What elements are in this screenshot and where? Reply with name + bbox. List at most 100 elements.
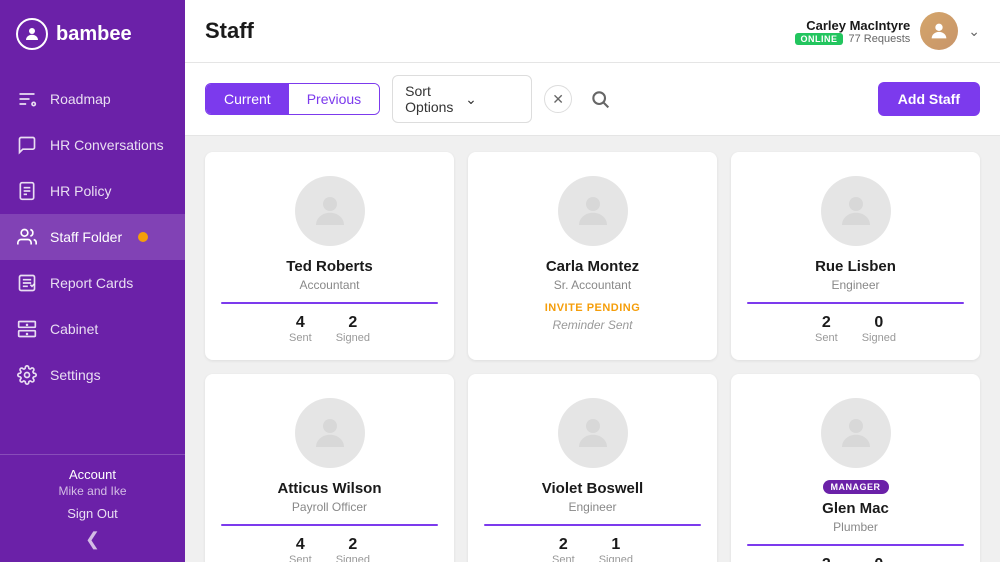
sent-count: 4 <box>296 536 305 554</box>
staff-card-glen-mac[interactable]: MANAGER Glen Mac Plumber 2 Sent 0 Signed <box>731 374 980 562</box>
sent-label: Sent <box>289 332 312 344</box>
tab-previous[interactable]: Previous <box>289 84 379 114</box>
tab-group: Current Previous <box>205 83 380 115</box>
staff-stats: 4 Sent 2 Signed <box>289 314 370 344</box>
staff-card-ted-roberts[interactable]: Ted Roberts Accountant 4 Sent 2 Signed <box>205 152 454 360</box>
signed-label: Signed <box>599 554 633 562</box>
sidebar-item-report-cards[interactable]: Report Cards <box>0 260 185 306</box>
staff-name: Atticus Wilson <box>277 480 381 497</box>
signed-count: 0 <box>874 556 883 562</box>
staff-name: Glen Mac <box>822 500 889 517</box>
sent-label: Sent <box>552 554 575 562</box>
staff-stats: 2 Sent 0 Signed <box>815 314 896 344</box>
logo-area[interactable]: bambee <box>0 0 185 68</box>
sent-count: 2 <box>559 536 568 554</box>
signed-count: 2 <box>348 314 357 332</box>
sidebar-bottom: Account Mike and Ike Sign Out ❮ <box>0 454 185 562</box>
staff-role: Plumber <box>833 520 878 534</box>
online-badge: ONLINE <box>795 33 842 45</box>
sidebar-item-label-roadmap: Roadmap <box>50 91 111 107</box>
sidebar-item-label-settings: Settings <box>50 367 101 383</box>
cabinet-icon <box>16 318 38 340</box>
page-title: Staff <box>205 18 254 44</box>
signed-label: Signed <box>862 332 896 344</box>
signed-count: 1 <box>611 536 620 554</box>
policy-icon <box>16 180 38 202</box>
sent-label: Sent <box>289 554 312 562</box>
sort-dropdown[interactable]: Sort Options ⌄ <box>392 75 532 123</box>
stat-sent: 2 Sent <box>815 314 838 344</box>
toolbar: Current Previous Sort Options ⌄ ✕ Add St… <box>185 63 1000 136</box>
staff-divider <box>484 524 701 526</box>
stat-sent: 4 Sent <box>289 314 312 344</box>
settings-icon <box>16 364 38 386</box>
chevron-down-icon: ⌄ <box>968 23 980 40</box>
sidebar-item-staff-folder[interactable]: Staff Folder <box>0 214 185 260</box>
stat-signed: 1 Signed <box>599 536 633 562</box>
staff-divider <box>747 544 964 546</box>
staff-card-rue-lisben[interactable]: Rue Lisben Engineer 2 Sent 0 Signed <box>731 152 980 360</box>
staff-role: Engineer <box>568 500 616 514</box>
sign-out-link[interactable]: Sign Out <box>16 506 169 521</box>
tab-current[interactable]: Current <box>206 84 289 114</box>
sent-count: 4 <box>296 314 305 332</box>
staff-folder-badge <box>138 232 148 242</box>
stat-sent: 2 Sent <box>815 556 838 562</box>
staff-role: Sr. Accountant <box>554 278 631 292</box>
sidebar: bambee Roadmap HR Conversations <box>0 0 185 562</box>
staff-avatar <box>295 176 365 246</box>
staff-card-violet-boswell[interactable]: Violet Boswell Engineer 2 Sent 1 Signed <box>468 374 717 562</box>
roadmap-icon <box>16 88 38 110</box>
staff-grid: Ted Roberts Accountant 4 Sent 2 Signed <box>185 136 1000 562</box>
signed-label: Signed <box>336 332 370 344</box>
stat-signed: 0 Signed <box>862 314 896 344</box>
staff-avatar <box>821 176 891 246</box>
signed-count: 0 <box>874 314 883 332</box>
report-icon <box>16 272 38 294</box>
add-staff-button[interactable]: Add Staff <box>878 82 980 116</box>
page-header: Staff Carley MacIntyre ONLINE 77 Request… <box>185 0 1000 63</box>
staff-stats: 4 Sent 2 Signed <box>289 536 370 562</box>
requests-text: 77 Requests <box>849 33 911 45</box>
sent-count: 2 <box>822 556 831 562</box>
stat-signed: 0 Signed <box>862 556 896 562</box>
sidebar-item-hr-conversations[interactable]: HR Conversations <box>0 122 185 168</box>
sidebar-item-settings[interactable]: Settings <box>0 352 185 398</box>
user-details: Carley MacIntyre ONLINE 77 Requests <box>795 18 910 45</box>
dropdown-chevron-icon: ⌄ <box>465 91 519 108</box>
staff-role: Payroll Officer <box>292 500 367 514</box>
staff-avatar <box>558 176 628 246</box>
sidebar-item-label-cabinet: Cabinet <box>50 321 98 337</box>
logo-text: bambee <box>56 23 132 46</box>
invite-pending-badge: INVITE PENDING <box>545 302 641 314</box>
staff-icon <box>16 226 38 248</box>
staff-role: Engineer <box>831 278 879 292</box>
staff-name: Violet Boswell <box>542 480 643 497</box>
sidebar-item-cabinet[interactable]: Cabinet <box>0 306 185 352</box>
staff-card-carla-montez[interactable]: Carla Montez Sr. Accountant INVITE PENDI… <box>468 152 717 360</box>
clear-button[interactable]: ✕ <box>544 85 572 113</box>
stat-sent: 4 Sent <box>289 536 312 562</box>
reminder-sent-text: Reminder Sent <box>552 318 632 332</box>
staff-card-atticus-wilson[interactable]: Atticus Wilson Payroll Officer 4 Sent 2 … <box>205 374 454 562</box>
sidebar-item-label-hr-policy: HR Policy <box>50 183 111 199</box>
staff-name: Rue Lisben <box>815 258 896 275</box>
staff-divider <box>221 524 438 526</box>
signed-label: Signed <box>336 554 370 562</box>
sidebar-item-roadmap[interactable]: Roadmap <box>0 76 185 122</box>
staff-stats: 2 Sent 0 Signed <box>815 556 896 562</box>
staff-divider <box>747 302 964 304</box>
sidebar-collapse-button[interactable]: ❮ <box>16 529 169 550</box>
staff-avatar <box>821 398 891 468</box>
sidebar-item-hr-policy[interactable]: HR Policy <box>0 168 185 214</box>
search-button[interactable] <box>584 83 616 115</box>
user-info-area[interactable]: Carley MacIntyre ONLINE 77 Requests ⌄ <box>795 12 980 50</box>
staff-name: Carla Montez <box>546 258 639 275</box>
sidebar-item-label-report-cards: Report Cards <box>50 275 133 291</box>
staff-divider <box>221 302 438 304</box>
staff-name: Ted Roberts <box>286 258 372 275</box>
manager-badge: MANAGER <box>823 480 889 494</box>
user-name: Carley MacIntyre <box>795 18 910 33</box>
staff-role: Accountant <box>299 278 359 292</box>
avatar <box>920 12 958 50</box>
